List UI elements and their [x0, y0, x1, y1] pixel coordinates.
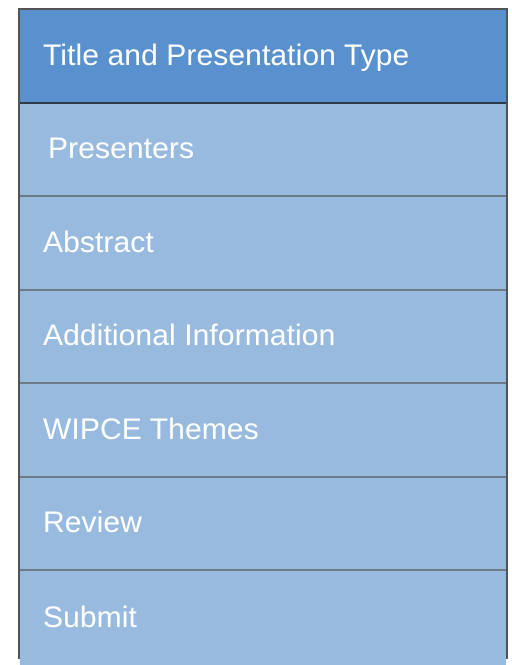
- nav-item-label: Review: [43, 506, 142, 540]
- nav-item-wipce-themes[interactable]: WIPCE Themes: [20, 384, 506, 478]
- nav-item-label: Additional Information: [43, 319, 336, 353]
- submission-steps-nav: Title and Presentation Type Presenters A…: [18, 8, 508, 665]
- nav-item-label: Title and Presentation Type: [43, 38, 410, 72]
- nav-item-review[interactable]: Review: [20, 477, 506, 571]
- nav-item-additional-information[interactable]: Additional Information: [20, 290, 506, 384]
- nav-item-label: WIPCE Themes: [43, 412, 259, 446]
- nav-item-submit[interactable]: Submit: [20, 571, 506, 665]
- nav-item-presenters[interactable]: Presenters: [20, 103, 506, 197]
- nav-item-title-and-presentation-type[interactable]: Title and Presentation Type: [20, 10, 506, 104]
- nav-item-label: Abstract: [43, 225, 154, 259]
- nav-item-label: Submit: [43, 600, 137, 634]
- nav-item-abstract[interactable]: Abstract: [20, 197, 506, 291]
- nav-item-label: Presenters: [48, 132, 195, 166]
